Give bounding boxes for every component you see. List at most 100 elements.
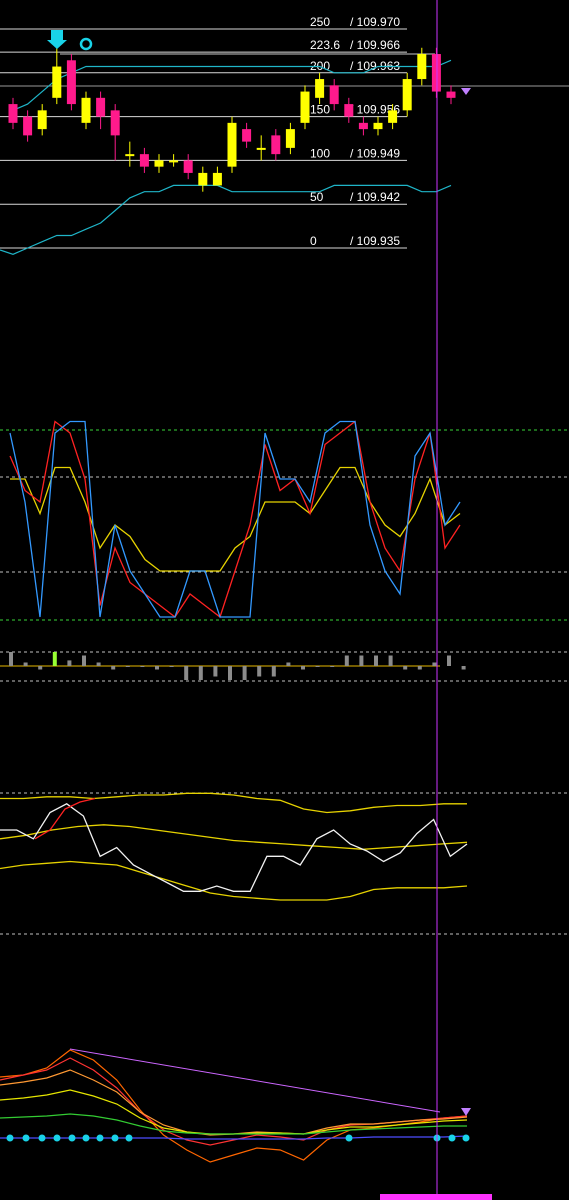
candle-body xyxy=(285,129,295,148)
cyan-dot xyxy=(345,1134,353,1142)
fib-level-label: 150 xyxy=(310,103,330,117)
stochastic-d-line xyxy=(9,420,461,619)
histogram-bar xyxy=(374,655,378,666)
rsi-band-upper xyxy=(0,792,467,814)
candle-body xyxy=(388,110,398,123)
candle-body xyxy=(358,122,368,130)
histogram-bar xyxy=(184,666,189,680)
chart: 250 / 109.970 223.6 / 109.966 200 / 109.963 15… xyxy=(0,0,569,1200)
fib-level-label: 250 xyxy=(310,15,330,29)
candle-body xyxy=(242,129,252,142)
cyan-dot xyxy=(53,1134,61,1142)
cyan-dot xyxy=(462,1134,470,1142)
time-label-box xyxy=(380,1194,492,1200)
candle-body xyxy=(81,97,91,123)
histogram-bar xyxy=(388,655,393,666)
histogram-bar xyxy=(403,666,408,670)
histogram-bar xyxy=(198,666,203,680)
candle-body xyxy=(8,104,18,123)
arrow-down-small-icon xyxy=(461,88,471,95)
fib-price-label: / 109.942 xyxy=(350,190,400,204)
candle-body xyxy=(329,85,339,105)
ma-trend-line xyxy=(69,1048,441,1113)
histogram-bar xyxy=(257,666,262,677)
ma-ribbon-line xyxy=(0,1049,468,1163)
histogram-bar xyxy=(330,666,335,667)
candle-body xyxy=(315,79,325,98)
rsi-panel xyxy=(0,792,569,935)
cyan-dot xyxy=(82,1134,90,1142)
candle-body xyxy=(417,54,427,80)
histogram-bar xyxy=(96,662,101,666)
histogram-bar xyxy=(82,655,86,666)
candle-body xyxy=(446,91,456,98)
cyan-dot xyxy=(111,1134,119,1142)
fib-price-label: / 109.966 xyxy=(350,38,400,52)
circle-signal-icon xyxy=(79,37,93,51)
histogram-bar xyxy=(359,655,364,666)
candle-body xyxy=(154,160,164,167)
candle-body xyxy=(96,97,106,117)
stochastic-k-line xyxy=(9,420,461,618)
histogram-bar xyxy=(67,660,72,666)
histogram-bar xyxy=(213,666,218,677)
fib-level-label: 100 xyxy=(310,146,330,160)
fib-price-label: / 109.949 xyxy=(350,146,400,160)
moving-average-panel xyxy=(0,1048,471,1163)
histogram-bar xyxy=(169,666,174,667)
arrow-down-small-icon xyxy=(461,1108,471,1116)
cyan-dot xyxy=(38,1134,46,1142)
candle-body xyxy=(110,110,120,136)
candle-body xyxy=(431,54,441,92)
candle-body xyxy=(344,104,354,117)
price-panel xyxy=(0,30,471,255)
candle-body xyxy=(300,91,310,123)
candle-body xyxy=(256,147,266,150)
histogram-bar xyxy=(344,655,349,666)
candle-body xyxy=(227,122,237,167)
histogram-bar xyxy=(286,662,291,666)
histogram-bar xyxy=(23,662,28,666)
stochastic-signal-line xyxy=(10,466,461,572)
candle-body xyxy=(212,172,222,186)
candle-body xyxy=(139,154,149,167)
histogram-bar xyxy=(301,666,305,670)
candle-body xyxy=(52,66,62,98)
rsi-band-mid xyxy=(0,824,468,850)
histogram-bar xyxy=(125,666,130,667)
rsi-band-lower xyxy=(0,860,468,901)
cyan-dot xyxy=(68,1134,76,1142)
histogram-bar xyxy=(38,666,43,670)
candle-body xyxy=(37,110,47,130)
ma-ribbon-line xyxy=(0,1057,468,1146)
histogram-bar xyxy=(461,666,466,670)
ma-ribbon-line xyxy=(0,1089,468,1135)
histogram-bar xyxy=(432,662,437,666)
candle-body xyxy=(183,160,193,173)
fib-price-label: / 109.970 xyxy=(350,15,400,29)
histogram-bar xyxy=(271,666,276,677)
candle-body xyxy=(125,154,135,157)
histogram-bar xyxy=(9,652,13,666)
histogram-bar xyxy=(242,666,247,680)
overlay xyxy=(380,0,492,1200)
histogram-bar xyxy=(155,666,159,670)
histogram-bar xyxy=(52,652,57,666)
cyan-dot xyxy=(96,1134,104,1142)
candle-body xyxy=(198,172,208,186)
histogram-bar xyxy=(140,666,145,667)
cyan-dot xyxy=(448,1134,456,1142)
histogram-bar xyxy=(315,666,320,667)
candle-body xyxy=(23,116,33,136)
fib-price-label: / 109.963 xyxy=(350,59,400,73)
candle-body xyxy=(66,60,76,105)
cyan-dot xyxy=(22,1134,30,1142)
histogram-bar xyxy=(228,666,232,680)
candle-body xyxy=(373,122,383,130)
histogram-bar xyxy=(417,666,422,670)
candle-body xyxy=(402,79,412,111)
candle-body xyxy=(271,135,281,155)
stochastic-panel xyxy=(0,420,569,682)
cyan-dot xyxy=(6,1134,14,1142)
fib-price-label: / 109.935 xyxy=(350,234,400,248)
